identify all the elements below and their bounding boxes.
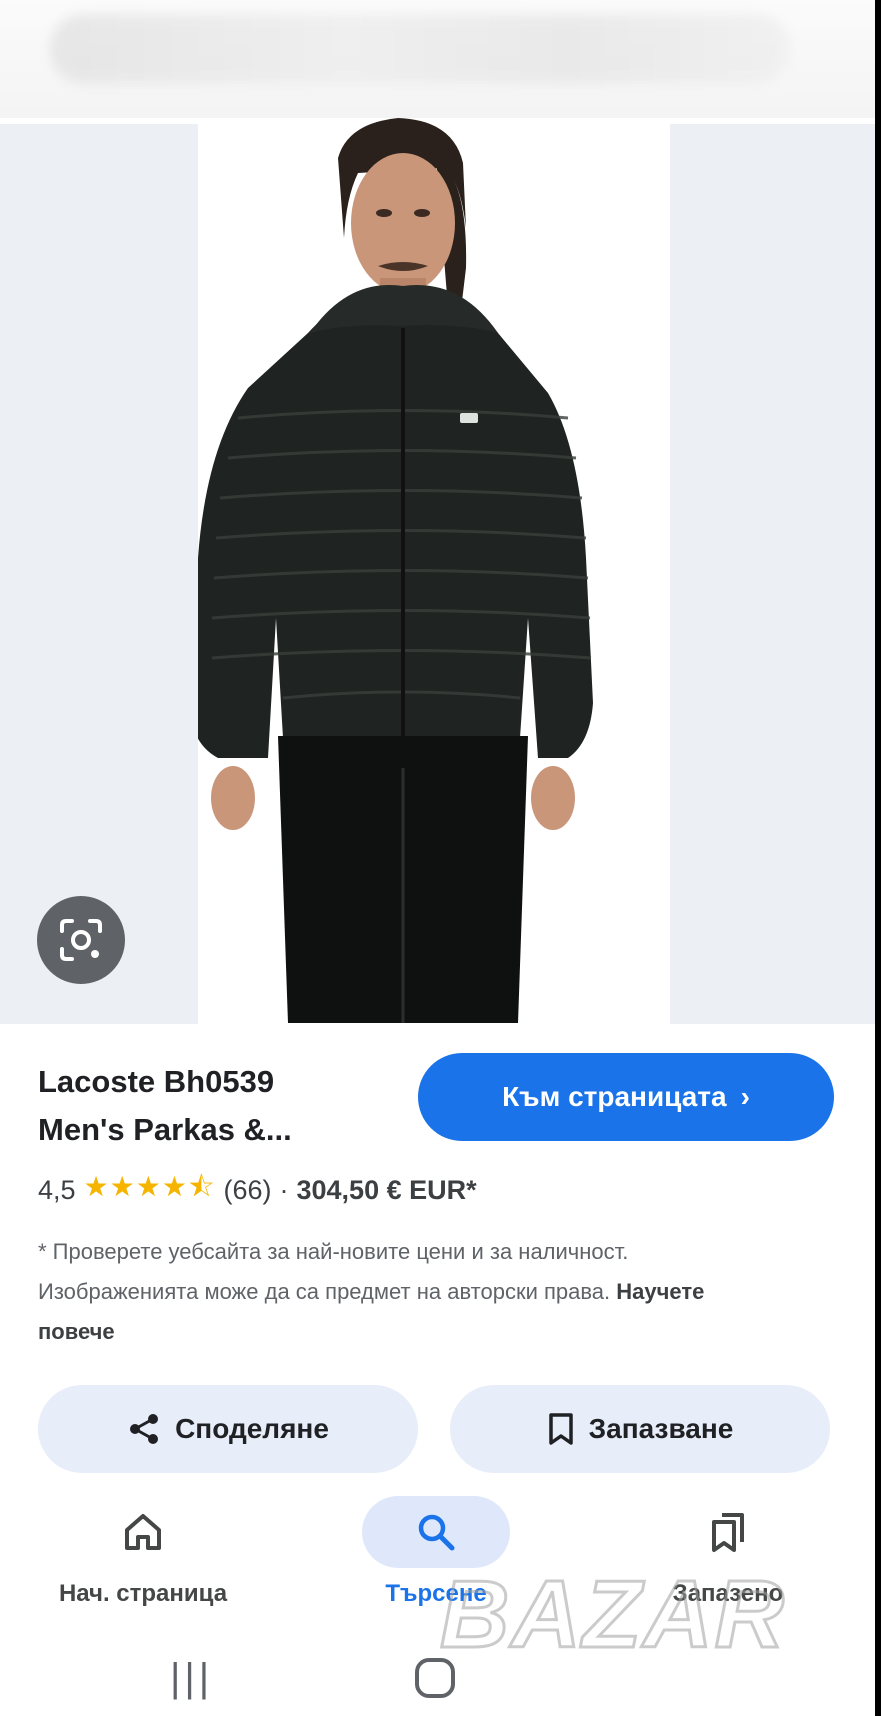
share-icon (130, 1414, 159, 1444)
jacket-photo (198, 118, 593, 1023)
review-count: (66) (223, 1174, 272, 1205)
separator: · (279, 1174, 289, 1205)
image-carousel[interactable] (0, 118, 875, 1024)
product-image[interactable] (198, 118, 670, 1023)
next-image[interactable] (670, 124, 875, 1024)
previous-image[interactable] (0, 124, 198, 1024)
product-title-line1: Lacoste Bh0539 (38, 1064, 275, 1099)
save-button[interactable]: Запазване (450, 1385, 830, 1473)
save-label: Запазване (588, 1413, 734, 1444)
system-home-icon[interactable] (415, 1658, 455, 1698)
rating-price-row: 4,5 ★★★★⯪ (66) · 304,50 € EUR* (38, 1166, 477, 1214)
nav-home-label: Нач. страница (58, 1580, 228, 1607)
home-icon (125, 1514, 161, 1550)
collections-icon (712, 1513, 744, 1552)
visit-page-button[interactable]: Към страницата › (418, 1053, 834, 1141)
price: 304,50 € EUR* (296, 1174, 477, 1205)
nav-search-active-pill (362, 1496, 510, 1568)
product-title[interactable]: Lacoste Bh0539 Men's Parkas &... (38, 1058, 368, 1154)
search-icon (418, 1514, 455, 1551)
star-rating-icon: ★★★★⯪ (83, 1171, 216, 1202)
recent-apps-icon[interactable]: ||| (170, 1656, 213, 1701)
nav-home[interactable]: Нач. страница (23, 1500, 263, 1608)
search-header (0, 0, 881, 118)
rating-value: 4,5 (38, 1174, 76, 1205)
system-navigation-bar: ||| (0, 1640, 875, 1716)
share-label: Споделяне (175, 1413, 329, 1444)
visit-page-label: Към страницата (502, 1081, 727, 1112)
bookmark-icon (548, 1413, 573, 1445)
lens-button[interactable] (37, 896, 125, 984)
share-button[interactable]: Споделяне (38, 1385, 418, 1473)
screen-edge (875, 0, 881, 1716)
search-bar-blurred[interactable] (50, 14, 790, 84)
product-title-line2: Men's Parkas &... (38, 1112, 292, 1147)
chevron-right-icon: › (740, 1081, 750, 1112)
price-disclaimer: * Проверете уебсайта за най-новите цени … (38, 1232, 758, 1352)
lens-icon (60, 919, 102, 961)
disclaimer-text: * Проверете уебсайта за най-новите цени … (38, 1239, 629, 1304)
